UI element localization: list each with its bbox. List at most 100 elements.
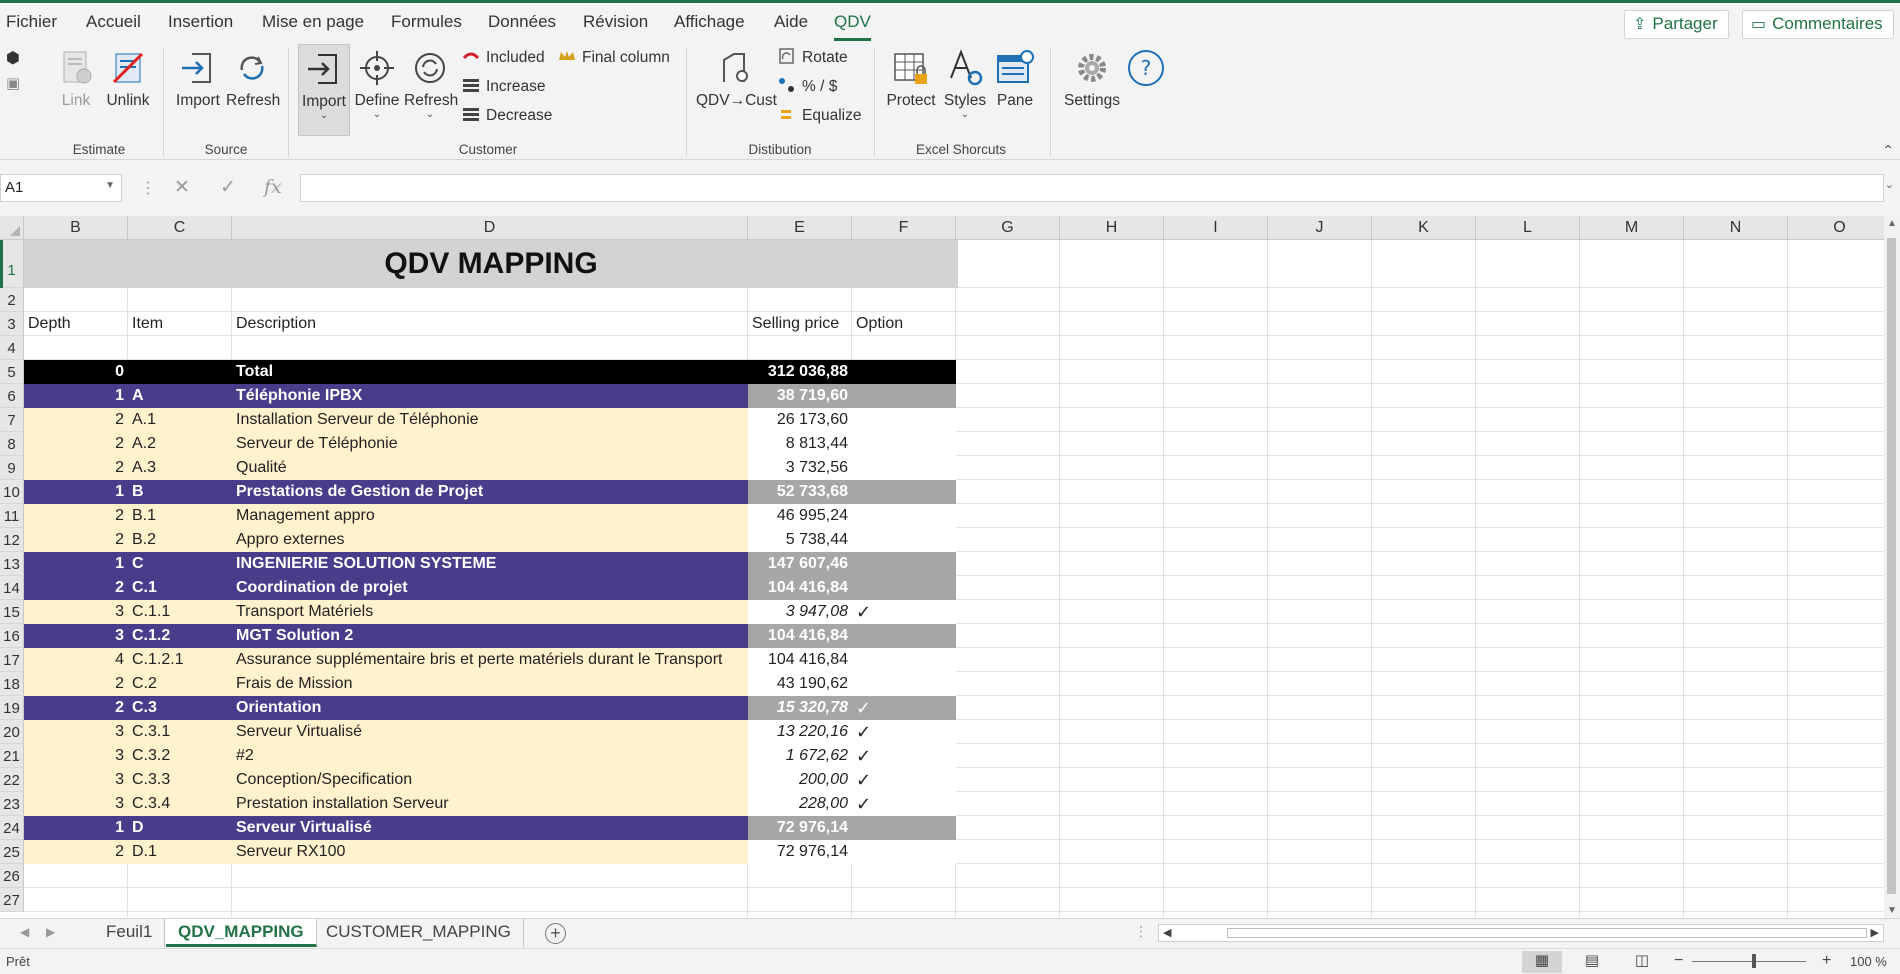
cell-description[interactable]: Assurance supplémentaire bris et perte m… [232, 648, 748, 672]
name-box[interactable]: A1 ▼ [0, 174, 122, 202]
cell-item[interactable]: C.3 [128, 696, 232, 720]
menu-formules[interactable]: Formules [391, 12, 462, 32]
cell-description[interactable]: Management appro [232, 504, 748, 528]
source-import-button[interactable]: Import [174, 48, 222, 110]
cell-selling-price[interactable]: 3 732,56 [748, 456, 852, 480]
cell-description[interactable]: Frais de Mission [232, 672, 748, 696]
row-header-14[interactable]: 14 [0, 576, 24, 600]
cell-selling-price[interactable]: 104 416,84 [748, 576, 852, 600]
cell-depth[interactable]: 2 [24, 576, 128, 600]
cell-depth[interactable]: 2 [24, 408, 128, 432]
cell-description[interactable]: Appro externes [232, 528, 748, 552]
menu-donn-es[interactable]: Données [488, 12, 556, 32]
cell-selling-price[interactable]: 46 995,24 [748, 504, 852, 528]
cube-icon[interactable]: ⬢ [6, 48, 20, 68]
rotate-button[interactable]: Rotate [778, 47, 848, 69]
help-button[interactable]: ? [1126, 48, 1166, 92]
row-header-7[interactable]: 7 [0, 408, 24, 432]
column-header-b[interactable]: B [24, 216, 128, 240]
cell-selling-price[interactable]: 5 738,44 [748, 528, 852, 552]
cell-selling-price[interactable]: 72 976,14 [748, 816, 852, 840]
cell-item[interactable]: D.1 [128, 840, 232, 864]
split-handle-icon[interactable]: ⋮ [1134, 923, 1148, 940]
row-header-26[interactable]: 26 [0, 864, 24, 888]
cell-description[interactable]: Prestation installation Serveur [232, 792, 748, 816]
cell-depth[interactable]: 2 [24, 696, 128, 720]
cell-depth[interactable]: 2 [24, 432, 128, 456]
cell-depth[interactable]: 3 [24, 768, 128, 792]
cell-depth[interactable]: 1 [24, 480, 128, 504]
cell-selling-price[interactable]: 200,00 [748, 768, 852, 792]
cell-item[interactable]: B.1 [128, 504, 232, 528]
column-header-g[interactable]: G [956, 216, 1060, 240]
cell-description[interactable]: Serveur Virtualisé [232, 816, 748, 840]
cell-depth[interactable]: 2 [24, 504, 128, 528]
cell-selling-price[interactable]: 8 813,44 [748, 432, 852, 456]
menu-r-vision[interactable]: Révision [583, 12, 648, 32]
column-header-k[interactable]: K [1372, 216, 1476, 240]
link-button[interactable]: Link [54, 48, 98, 110]
row-header-13[interactable]: 13 [0, 552, 24, 576]
cell-selling-price[interactable]: 228,00 [748, 792, 852, 816]
row-header-21[interactable]: 21 [0, 744, 24, 768]
row-header-4[interactable]: 4 [0, 336, 24, 360]
cell-item[interactable]: C [128, 552, 232, 576]
customer-import-button[interactable]: Import ⌄ [298, 44, 350, 136]
expand-formula-icon[interactable]: ⌄ [1885, 178, 1894, 191]
final-column-button[interactable]: Final column [558, 47, 670, 69]
cell-depth[interactable]: 4 [24, 648, 128, 672]
cell-selling-price[interactable]: 72 976,14 [748, 840, 852, 864]
cell-item[interactable]: D [128, 816, 232, 840]
column-header-h[interactable]: H [1060, 216, 1164, 240]
cell-item[interactable]: C.3.1 [128, 720, 232, 744]
cell-selling-price[interactable]: 15 320,78 [748, 696, 852, 720]
cell-depth[interactable]: 2 [24, 840, 128, 864]
next-sheet-icon[interactable]: ▶ [46, 925, 55, 939]
increase-button[interactable]: Increase [462, 76, 545, 98]
cell-description[interactable]: Serveur RX100 [232, 840, 748, 864]
comments-button[interactable]: ▭ Commentaires [1742, 10, 1894, 39]
cell-option[interactable] [852, 480, 956, 504]
cell-item[interactable]: C.1.1 [128, 600, 232, 624]
cell-item[interactable]: C.3.3 [128, 768, 232, 792]
cell-item[interactable]: B.2 [128, 528, 232, 552]
cell-selling-price[interactable]: 312 036,88 [748, 360, 852, 384]
cell-option[interactable] [852, 408, 956, 432]
cell-option[interactable] [852, 648, 956, 672]
cell-item[interactable] [128, 360, 232, 384]
cell-option[interactable] [852, 816, 956, 840]
cell-selling-price[interactable]: 52 733,68 [748, 480, 852, 504]
cell-description[interactable]: MGT Solution 2 [232, 624, 748, 648]
cell-option[interactable] [852, 360, 956, 384]
qdv-cust-button[interactable]: QDV→Cust [696, 48, 777, 110]
cell-depth[interactable]: 1 [24, 384, 128, 408]
confirm-icon[interactable]: ✓ [220, 176, 236, 199]
header-selling-price[interactable]: Selling price [748, 312, 843, 336]
cell-description[interactable]: Qualité [232, 456, 748, 480]
cell-item[interactable]: A.3 [128, 456, 232, 480]
menu-qdv[interactable]: QDV [834, 12, 871, 41]
cancel-icon[interactable]: ✕ [174, 176, 190, 199]
cell-depth[interactable]: 2 [24, 528, 128, 552]
zoom-slider-thumb[interactable] [1752, 954, 1756, 968]
row-header-8[interactable]: 8 [0, 432, 24, 456]
cell-option[interactable]: ✓ [852, 600, 956, 624]
row-header-25[interactable]: 25 [0, 840, 24, 864]
zoom-slider[interactable] [1692, 961, 1806, 962]
zoom-level[interactable]: 100 % [1850, 954, 1887, 969]
pane-button[interactable]: Pane [992, 48, 1038, 110]
cell-option[interactable]: ✓ [852, 768, 956, 792]
cell-description[interactable]: Prestations de Gestion de Projet [232, 480, 748, 504]
row-header-5[interactable]: 5 [0, 360, 24, 384]
decrease-button[interactable]: Decrease [462, 105, 552, 127]
row-header-3[interactable]: 3 [0, 312, 24, 336]
column-header-m[interactable]: M [1580, 216, 1684, 240]
scroll-up-icon[interactable]: ▲ [1887, 218, 1897, 229]
cell-item[interactable]: B [128, 480, 232, 504]
collapse-ribbon-icon[interactable]: ⌃ [1882, 142, 1894, 159]
cell-option[interactable] [852, 528, 956, 552]
cell-selling-price[interactable]: 13 220,16 [748, 720, 852, 744]
cell-description[interactable]: Transport Matériels [232, 600, 748, 624]
cell-depth[interactable]: 3 [24, 720, 128, 744]
unlink-button[interactable]: Unlink [104, 48, 152, 110]
